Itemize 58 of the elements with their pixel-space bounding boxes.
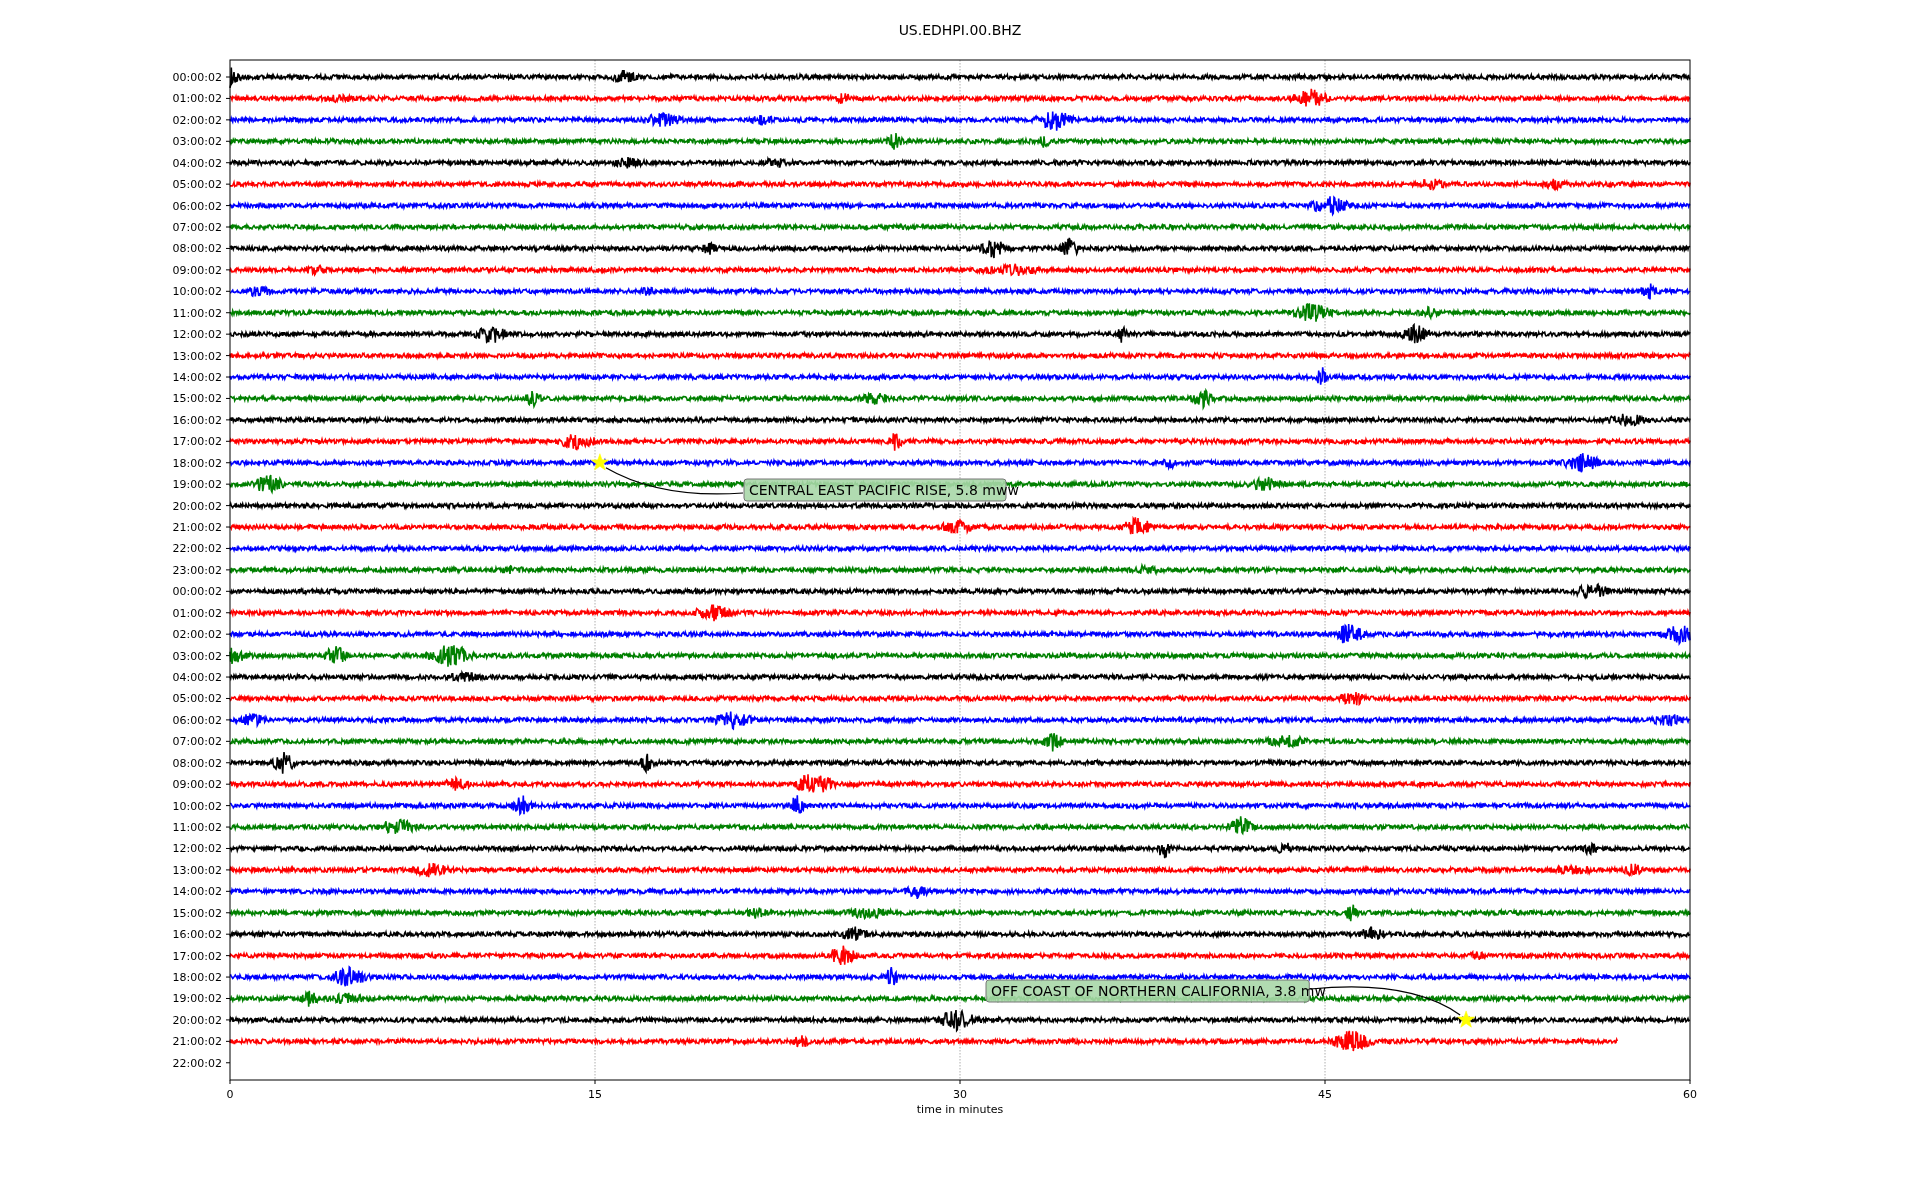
annotation-label: OFF COAST OF NORTHERN CALIFORNIA, 3.8 mw (985, 979, 1326, 1003)
tick-label: 30 (953, 1088, 967, 1101)
time-label: 22:00:02 (172, 1056, 222, 1070)
time-label: 07:00:02 (172, 221, 222, 234)
time-label: 22:00:02 (172, 542, 222, 556)
time-label: 03:00:02 (172, 135, 222, 149)
time-label: 03:00:02 (172, 649, 222, 663)
time-label: 00:00:02 (172, 585, 222, 599)
time-label: 20:00:02 (172, 499, 222, 513)
time-label: 16:00:02 (172, 928, 222, 942)
time-label: 17:00:02 (172, 435, 222, 449)
time-label: 05:00:02 (172, 178, 222, 192)
time-label: 12:00:02 (172, 842, 222, 856)
annotation-label: CENTRAL EAST PACIFIC RISE, 5.8 mww (743, 478, 1019, 502)
time-label: 15:00:02 (172, 906, 222, 920)
time-label: 11:00:02 (172, 306, 222, 320)
tick-label: 0 (226, 1088, 234, 1101)
time-label: 04:00:02 (172, 156, 222, 170)
time-label: 11:00:02 (172, 821, 222, 835)
time-label: 01:00:02 (172, 92, 222, 106)
time-label: 02:00:02 (172, 628, 222, 642)
time-label: 17:00:02 (172, 949, 222, 963)
time-label: 23:00:02 (172, 563, 222, 577)
time-label: 13:00:02 (172, 863, 222, 877)
time-label: 01:00:02 (172, 606, 222, 620)
tick-label: 15 (588, 1088, 602, 1101)
time-label: 14:00:02 (172, 885, 222, 899)
time-label: 10:00:02 (172, 799, 222, 813)
time-label: 04:00:02 (172, 671, 222, 685)
time-label: 15:00:02 (172, 392, 222, 406)
axis-label: time in minutes (916, 1103, 1004, 1116)
star-icon (1457, 1010, 1475, 1028)
time-label: 06:00:02 (172, 199, 222, 213)
time-label: 21:00:02 (172, 521, 222, 535)
time-label: 19:00:02 (172, 992, 222, 1006)
time-label: 20:00:02 (172, 1013, 222, 1027)
time-label: 02:00:02 (172, 113, 222, 127)
time-label: 16:00:02 (172, 413, 222, 427)
tick-label: 45 (1318, 1088, 1332, 1101)
tick-label: 60 (1683, 1088, 1697, 1101)
time-label: 13:00:02 (172, 349, 222, 363)
time-label: 21:00:02 (172, 1035, 222, 1049)
time-label: 18:00:02 (172, 971, 222, 985)
time-label: 09:00:02 (172, 263, 222, 277)
plot-title: US.EDHPI.00.BHZ (898, 22, 1022, 38)
time-label: 12:00:02 (172, 328, 222, 342)
time-label: 14:00:02 (172, 371, 222, 384)
time-label: 08:00:02 (172, 756, 222, 770)
time-label: 07:00:02 (172, 735, 222, 749)
time-label: 18:00:02 (172, 456, 222, 470)
time-label: 08:00:02 (172, 242, 222, 256)
time-label: 09:00:02 (172, 778, 222, 792)
time-label: 06:00:02 (172, 713, 222, 727)
time-label: 05:00:02 (172, 692, 222, 706)
time-label: 00:00:02 (172, 71, 222, 84)
time-label: 10:00:02 (172, 285, 222, 299)
star-icon (591, 453, 609, 471)
time-label: 19:00:02 (172, 478, 222, 492)
